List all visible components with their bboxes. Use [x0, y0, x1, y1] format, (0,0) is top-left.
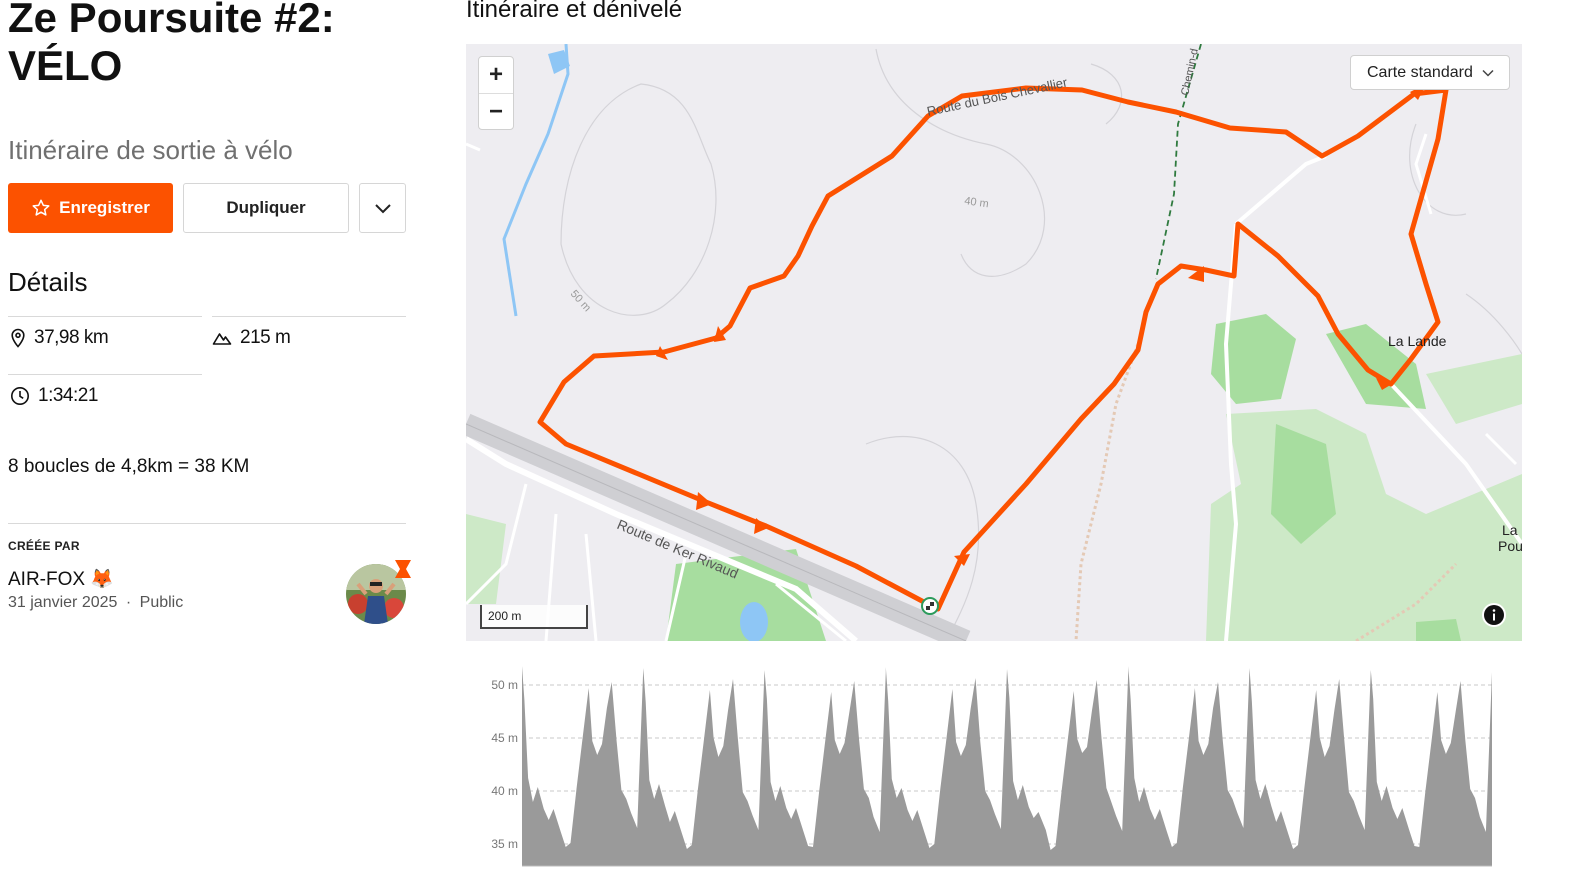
map-style-label: Carte standard — [1367, 63, 1473, 81]
details-heading: Détails — [8, 267, 88, 297]
separator: · — [125, 594, 132, 611]
pond — [740, 602, 768, 641]
park-area — [1416, 619, 1461, 641]
road — [1484, 432, 1518, 466]
map-canvas[interactable]: Route du Bois Chevallier Route de Ker Ri… — [466, 44, 1522, 641]
park-area — [1206, 409, 1522, 641]
clock-icon — [11, 387, 29, 405]
route-description: 8 boucles de 4,8km = 38 KM — [8, 456, 250, 477]
place-label: La Lande — [1388, 333, 1447, 349]
place-label: Pou — [1498, 538, 1522, 554]
chevron-down-icon — [374, 204, 391, 214]
star-icon — [32, 199, 50, 216]
visibility-label: Public — [139, 594, 184, 611]
road — [466, 142, 481, 152]
more-options-button[interactable] — [359, 183, 406, 233]
park-area — [1211, 314, 1296, 404]
park-area — [1426, 354, 1522, 424]
chevron-down-icon — [1482, 69, 1494, 77]
map-scale: 200 m — [480, 605, 588, 629]
zoom-out-button[interactable]: − — [479, 93, 513, 129]
place-label: La — [1502, 522, 1518, 538]
y-tick-label: 40 m — [491, 784, 518, 798]
map-style-select[interactable]: Carte standard — [1350, 55, 1510, 90]
zoom-controls: + − — [478, 56, 514, 130]
park-area — [466, 514, 506, 604]
start-finish-icon — [921, 597, 939, 615]
page-title: Ze Poursuite #2: VÉLO — [8, 0, 335, 89]
subscriber-badge-icon — [395, 560, 411, 578]
elevation-chart[interactable]: 50 m 45 m 40 m 35 m — [466, 650, 1526, 872]
divider — [212, 316, 406, 317]
location-pin-icon — [11, 328, 25, 348]
zoom-in-button[interactable]: + — [479, 57, 513, 93]
save-button[interactable]: Enregistrer — [8, 183, 173, 233]
info-button[interactable] — [1482, 603, 1506, 627]
divider — [8, 316, 202, 317]
distance-value: 37,98 km — [34, 327, 109, 348]
elevation-stat: 215 m — [212, 327, 291, 349]
road-label: Route du Bois Chevallier — [926, 74, 1070, 119]
created-date: 31 janvier 2025 — [8, 594, 118, 611]
distance-stat: 37,98 km — [10, 327, 109, 349]
created-by-label: CRÉÉE PAR — [8, 539, 80, 553]
map-section-title: Itinéraire et dénivelé — [466, 0, 683, 23]
elevation-value: 215 m — [240, 327, 291, 348]
duration-stat: 1:34:21 — [10, 385, 98, 407]
elevation-area — [522, 666, 1492, 866]
divider — [8, 523, 406, 524]
mountain-icon — [212, 333, 232, 345]
contour-label: 40 m — [964, 195, 990, 210]
y-tick-label: 50 m — [491, 678, 518, 692]
route-meta: 31 janvier 2025 · Public — [8, 594, 183, 612]
y-tick-label: 35 m — [491, 837, 518, 851]
duration-value: 1:34:21 — [38, 385, 98, 406]
duplicate-button[interactable]: Dupliquer — [183, 183, 349, 233]
author-link[interactable]: AIR-FOX 🦊 — [8, 567, 114, 591]
trail-label: Chemin-d — [1179, 47, 1201, 96]
author-name[interactable]: AIR-FOX 🦊 — [8, 567, 114, 591]
info-icon — [1484, 605, 1504, 625]
route-subtitle: Itinéraire de sortie à vélo — [8, 135, 293, 165]
contour-label: 50 m — [568, 288, 593, 314]
route-map[interactable]: Route du Bois Chevallier Route de Ker Ri… — [466, 44, 1522, 641]
divider — [8, 374, 202, 375]
elevation-chart-svg[interactable]: 50 m 45 m 40 m 35 m — [466, 650, 1526, 872]
y-tick-label: 45 m — [491, 731, 518, 745]
save-button-label: Enregistrer — [59, 198, 150, 217]
duplicate-button-label: Dupliquer — [226, 198, 306, 217]
road — [1234, 154, 1327, 226]
